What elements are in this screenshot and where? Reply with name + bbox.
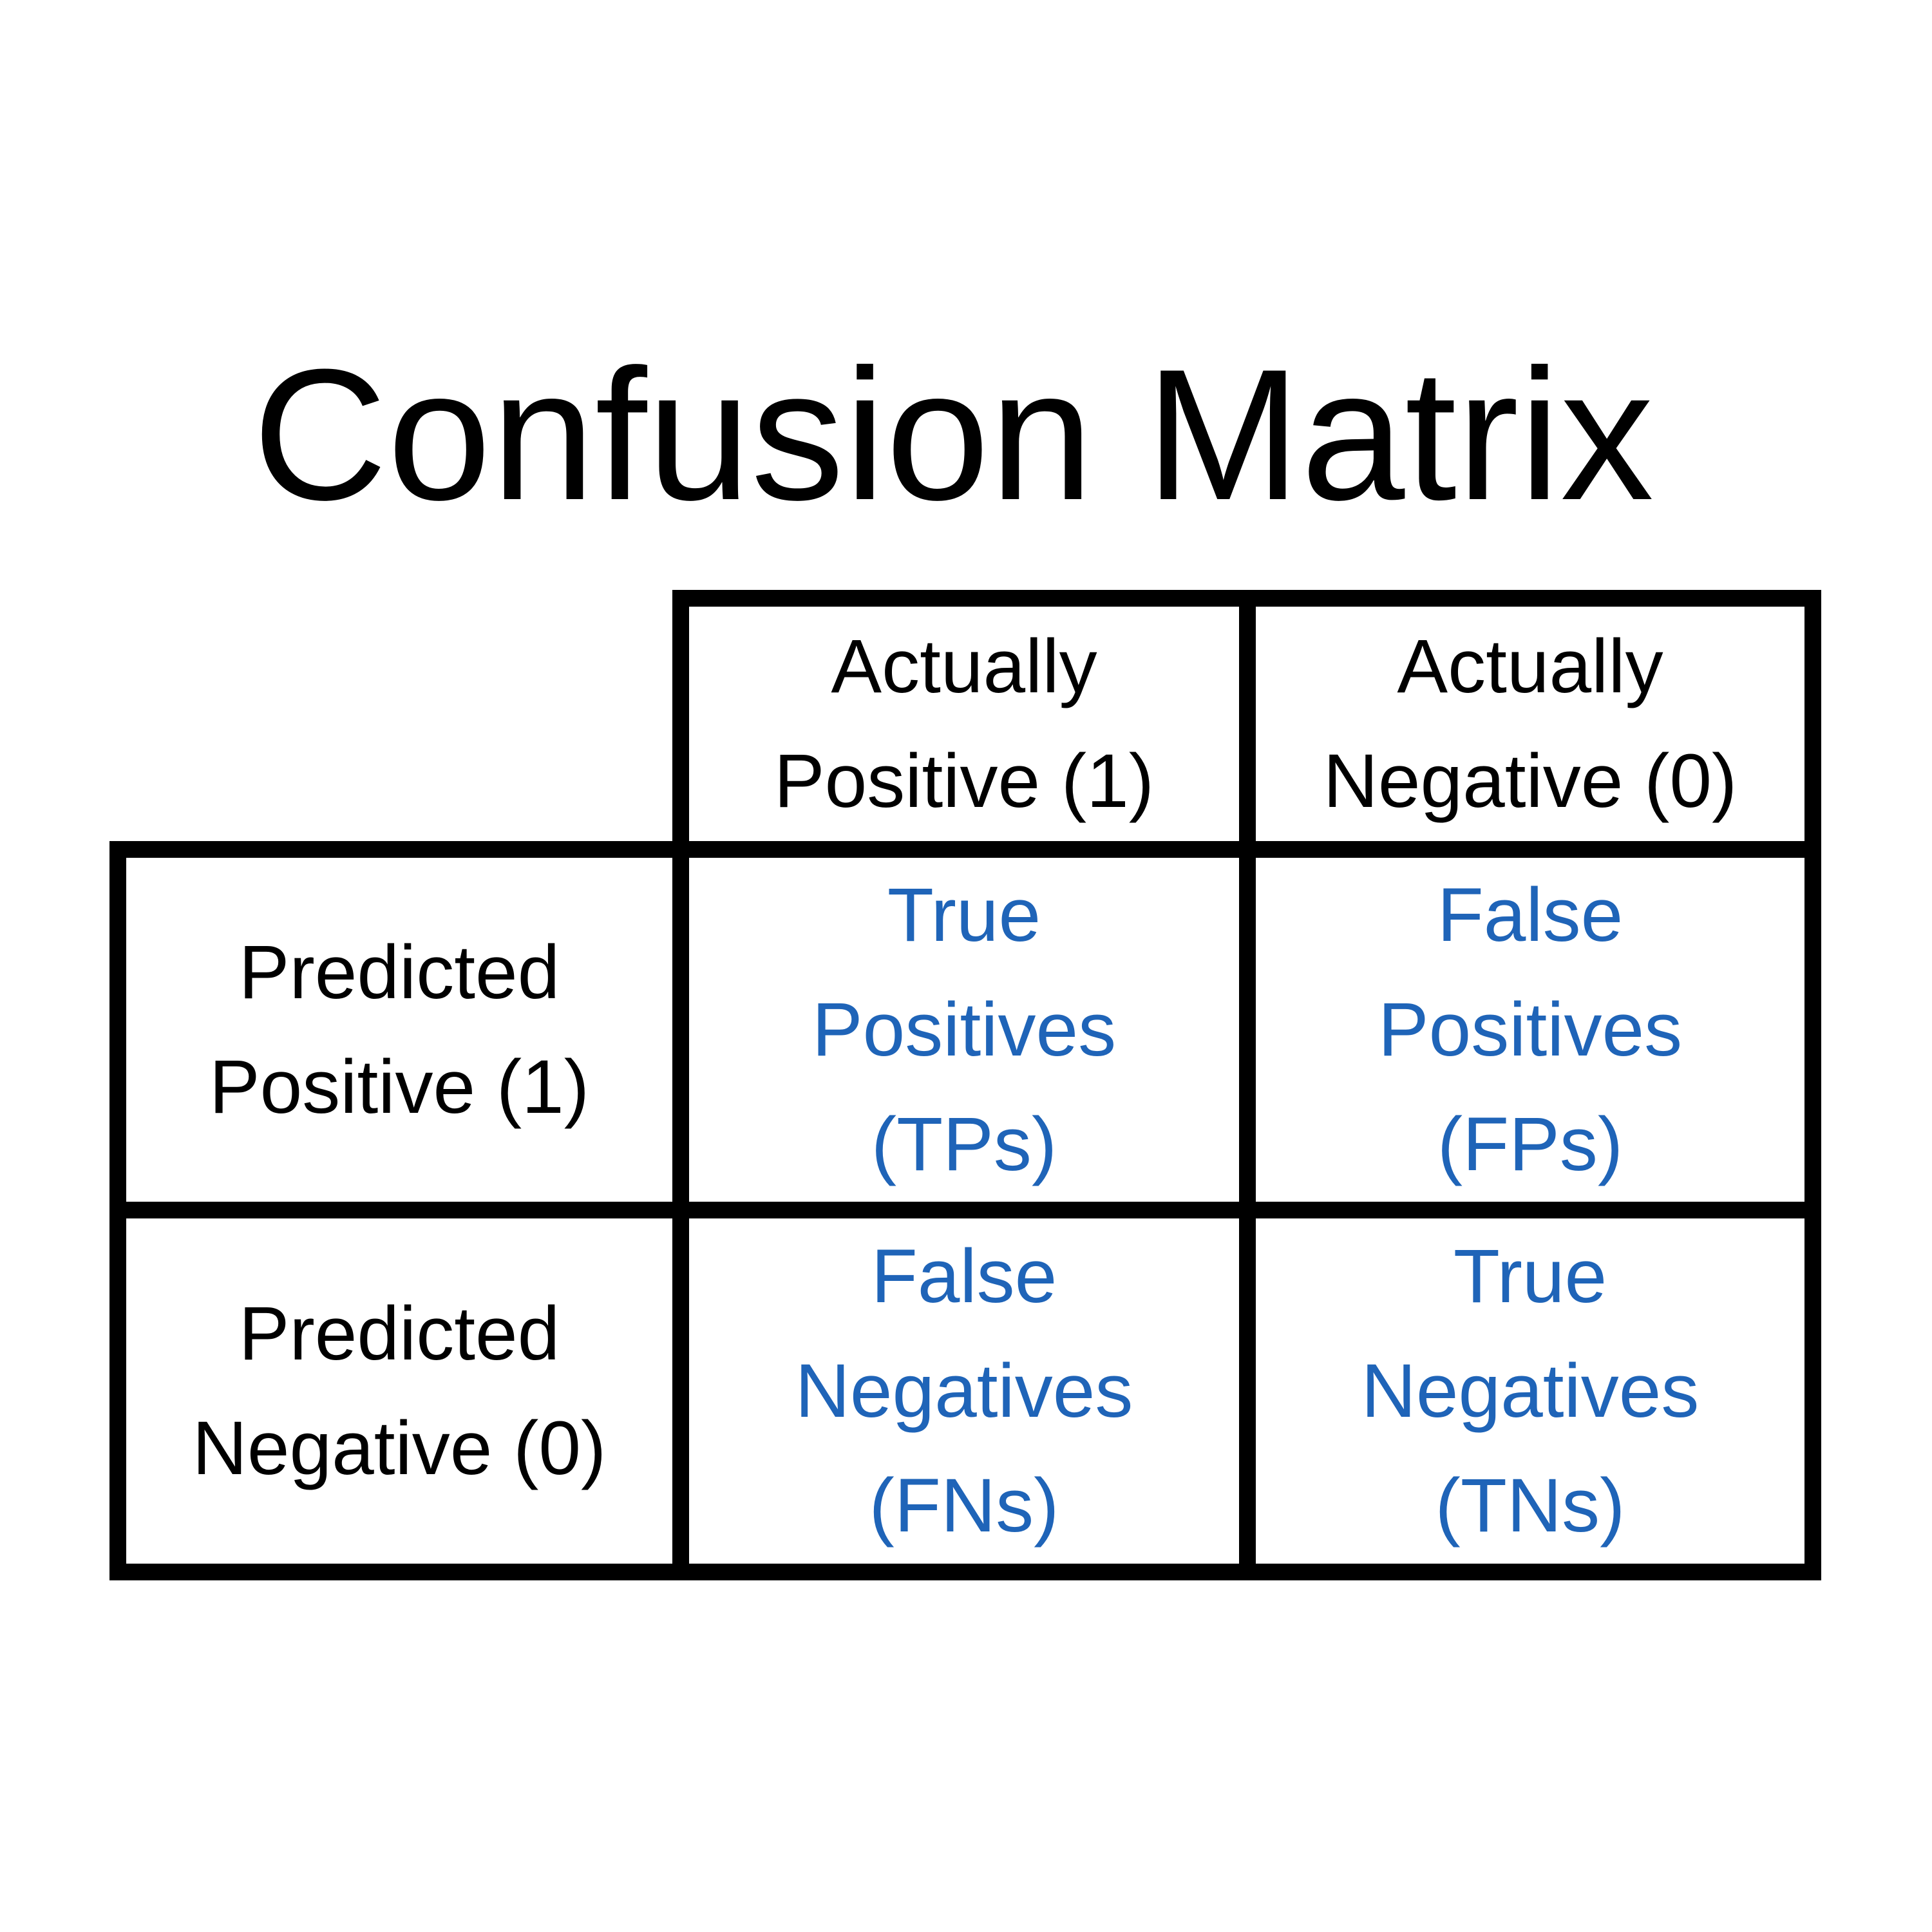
- cell-line: (TPs): [871, 1102, 1057, 1187]
- column-header-actually-negative: Actually Negative (0): [1256, 607, 1804, 841]
- row-header-line: Positive (1): [209, 1045, 590, 1130]
- column-header-actually-positive: Actually Positive (1): [689, 607, 1239, 841]
- cell-line: (FPs): [1437, 1102, 1624, 1187]
- cell-line: Positives: [811, 987, 1117, 1072]
- row-header-line: Predicted: [238, 930, 560, 1015]
- grid-line-middle: [109, 1202, 1821, 1218]
- cell-false-positives: False Positives (FPs): [1256, 858, 1804, 1202]
- diagram-title: Confusion Matrix: [252, 330, 1654, 539]
- row-header-line: Predicted: [238, 1291, 560, 1376]
- row-header-predicted-positive: Predicted Positive (1): [126, 858, 672, 1202]
- grid-line-col2: [1239, 590, 1256, 1580]
- grid-line-left: [109, 841, 126, 1580]
- cell-true-positives: True Positives (TPs): [689, 858, 1239, 1202]
- column-header-line: Actually: [831, 624, 1097, 709]
- column-header-line: Negative (0): [1323, 739, 1738, 824]
- cell-line: Positives: [1378, 987, 1683, 1072]
- cell-line: (FNs): [869, 1463, 1059, 1548]
- row-header-predicted-negative: Predicted Negative (0): [126, 1218, 672, 1564]
- cell-true-negatives: True Negatives (TNs): [1256, 1218, 1804, 1564]
- cell-line: False: [1437, 873, 1624, 958]
- cell-line: (TNs): [1435, 1463, 1625, 1548]
- column-header-line: Positive (1): [773, 739, 1155, 824]
- grid-line-header-bottom: [109, 841, 1821, 858]
- cell-line: False: [871, 1234, 1057, 1319]
- cell-line: True: [887, 873, 1041, 958]
- grid-line-right: [1804, 590, 1821, 1580]
- cell-false-negatives: False Negatives (FNs): [689, 1218, 1239, 1564]
- row-header-line: Negative (0): [192, 1406, 607, 1491]
- cell-line: Negatives: [1361, 1349, 1700, 1434]
- grid-line-col1: [672, 590, 689, 1580]
- column-header-line: Actually: [1397, 624, 1663, 709]
- cell-line: Negatives: [795, 1349, 1133, 1434]
- grid-line-bottom: [109, 1564, 1821, 1580]
- cell-line: True: [1453, 1234, 1607, 1319]
